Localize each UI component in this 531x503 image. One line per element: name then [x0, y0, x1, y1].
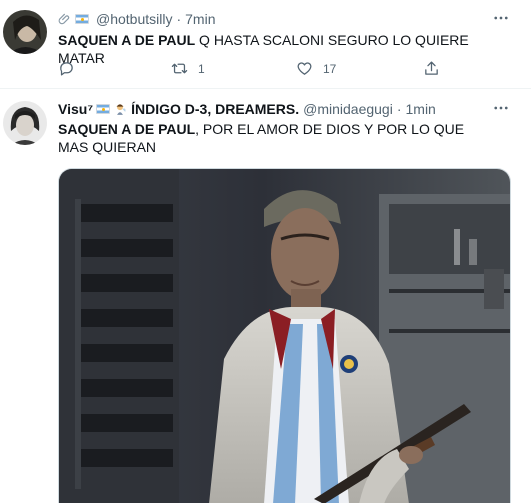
tweet-text: SAQUEN A DE PAUL, POR EL AMOR DE DIOS Y …: [58, 120, 498, 156]
tweet-header: Visu⁷ ÍNDIGO D-3, DREAMERS. @minidaegugi…: [58, 99, 436, 119]
author-suffix: ÍNDIGO D-3, DREAMERS.: [131, 101, 300, 117]
tweet-actions: 1 17: [58, 60, 458, 80]
separator-dot: ·: [396, 101, 402, 117]
paperclip-icon: [58, 12, 72, 26]
more-icon[interactable]: [491, 99, 511, 117]
tweet-text-bold: SAQUEN A DE PAUL: [58, 32, 196, 48]
more-icon[interactable]: [491, 9, 511, 27]
reply-button[interactable]: [58, 60, 75, 77]
tweet-author[interactable]: Visu⁷ ÍNDIGO D-3, DREAMERS.: [58, 101, 299, 117]
retweet-button[interactable]: 1: [171, 60, 205, 77]
tweet-header: @hotbutsilly · 7min: [58, 9, 216, 29]
retweet-count: 1: [198, 61, 205, 76]
tweet-media-photo[interactable]: [58, 168, 511, 503]
argentina-flag-icon: [75, 14, 89, 24]
retweet-icon: [171, 60, 188, 77]
like-icon: [296, 60, 313, 77]
avatar[interactable]: [3, 101, 47, 145]
like-button[interactable]: 17: [296, 60, 336, 77]
tweet-time[interactable]: 1min: [406, 101, 436, 117]
tweet-handle[interactable]: @minidaegugi: [303, 101, 393, 117]
reply-icon: [58, 60, 75, 77]
tweet-text-bold: SAQUEN A DE PAUL: [58, 121, 196, 137]
tweet-2[interactable]: Visu⁷ ÍNDIGO D-3, DREAMERS. @minidaegugi…: [0, 90, 531, 503]
tweet-handle[interactable]: @hotbutsilly: [96, 11, 172, 27]
share-button[interactable]: [423, 60, 440, 77]
like-count: 17: [323, 61, 337, 76]
separator-dot: ·: [176, 11, 182, 27]
avatar[interactable]: [3, 10, 47, 54]
share-icon: [423, 60, 440, 77]
author-name: Visu⁷: [58, 101, 94, 117]
tweet-1[interactable]: @hotbutsilly · 7min SAQUEN A DE PAUL Q H…: [0, 0, 531, 89]
fairy-emoji-icon: [113, 102, 127, 116]
tweet-time[interactable]: 7min: [185, 11, 215, 27]
argentina-flag-icon: [96, 104, 111, 114]
